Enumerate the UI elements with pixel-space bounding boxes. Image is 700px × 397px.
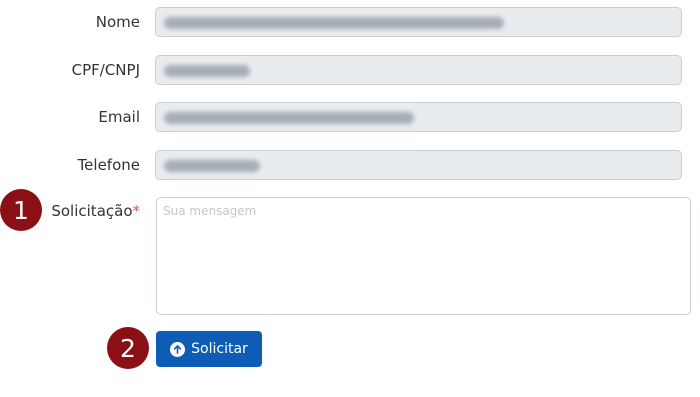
required-asterisk: * <box>132 202 141 220</box>
request-label-text: Solicitação <box>51 202 133 220</box>
submit-button-label: Solicitar <box>191 341 248 357</box>
email-field[interactable] <box>155 102 682 132</box>
submit-button[interactable]: Solicitar <box>156 331 262 367</box>
step-badge-2: 2 <box>107 327 149 369</box>
phone-field[interactable] <box>155 150 682 180</box>
name-field[interactable] <box>155 7 682 37</box>
arrow-up-circle-icon <box>170 341 186 357</box>
cpf-cnpj-field[interactable] <box>155 55 682 85</box>
name-label: Nome <box>95 13 140 31</box>
request-message-textarea[interactable] <box>156 197 691 315</box>
redacted-value <box>164 112 414 124</box>
step-badge-1: 1 <box>0 189 42 231</box>
cpf-cnpj-label: CPF/CNPJ <box>71 61 140 79</box>
redacted-value <box>164 160 260 172</box>
request-label: Solicitação* <box>51 202 140 220</box>
email-label: Email <box>98 108 140 126</box>
phone-label: Telefone <box>77 156 140 174</box>
redacted-value <box>164 65 250 77</box>
redacted-value <box>164 17 504 29</box>
